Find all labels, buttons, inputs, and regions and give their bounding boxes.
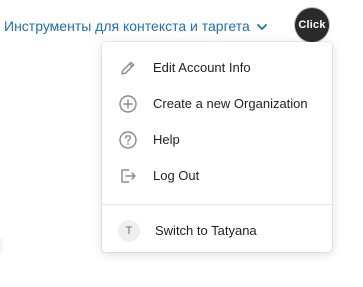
tools-dropdown-link[interactable]: Инструменты для контекста и таргета <box>4 18 268 34</box>
top-bar: Инструменты для контекста и таргета Clic… <box>0 8 363 44</box>
page: Инструменты для контекста и таргета Clic… <box>0 0 363 287</box>
menu-item-label: Create a new Organization <box>153 96 308 111</box>
chevron-down-icon <box>256 20 268 32</box>
pencil-icon <box>118 58 138 78</box>
menu-item-create-organization[interactable]: Create a new Organization <box>102 86 332 122</box>
menu-item-label: Edit Account Info <box>153 60 251 75</box>
menu-item-label: Switch to Tatyana <box>155 223 257 238</box>
avatar-text: Click <box>298 19 326 31</box>
plus-circle-icon <box>118 94 138 114</box>
account-avatar-button[interactable]: Click <box>295 8 329 42</box>
menu-item-switch-user[interactable]: T Switch to Tatyana <box>102 213 332 249</box>
menu-item-label: Log Out <box>153 168 200 183</box>
menu-divider <box>102 204 332 205</box>
menu-item-label: Help <box>153 132 180 147</box>
question-circle-icon <box>118 130 138 150</box>
menu-item-help[interactable]: Help <box>102 122 332 158</box>
menu-item-edit-account[interactable]: Edit Account Info <box>102 50 332 86</box>
background-panel-edge <box>0 238 4 252</box>
tools-link-label: Инструменты для контекста и таргета <box>4 18 250 34</box>
menu-item-log-out[interactable]: Log Out <box>102 158 332 194</box>
user-initial-avatar: T <box>118 220 140 242</box>
account-menu: Edit Account Info Create a new Organizat… <box>102 42 332 252</box>
logout-icon <box>118 166 138 186</box>
